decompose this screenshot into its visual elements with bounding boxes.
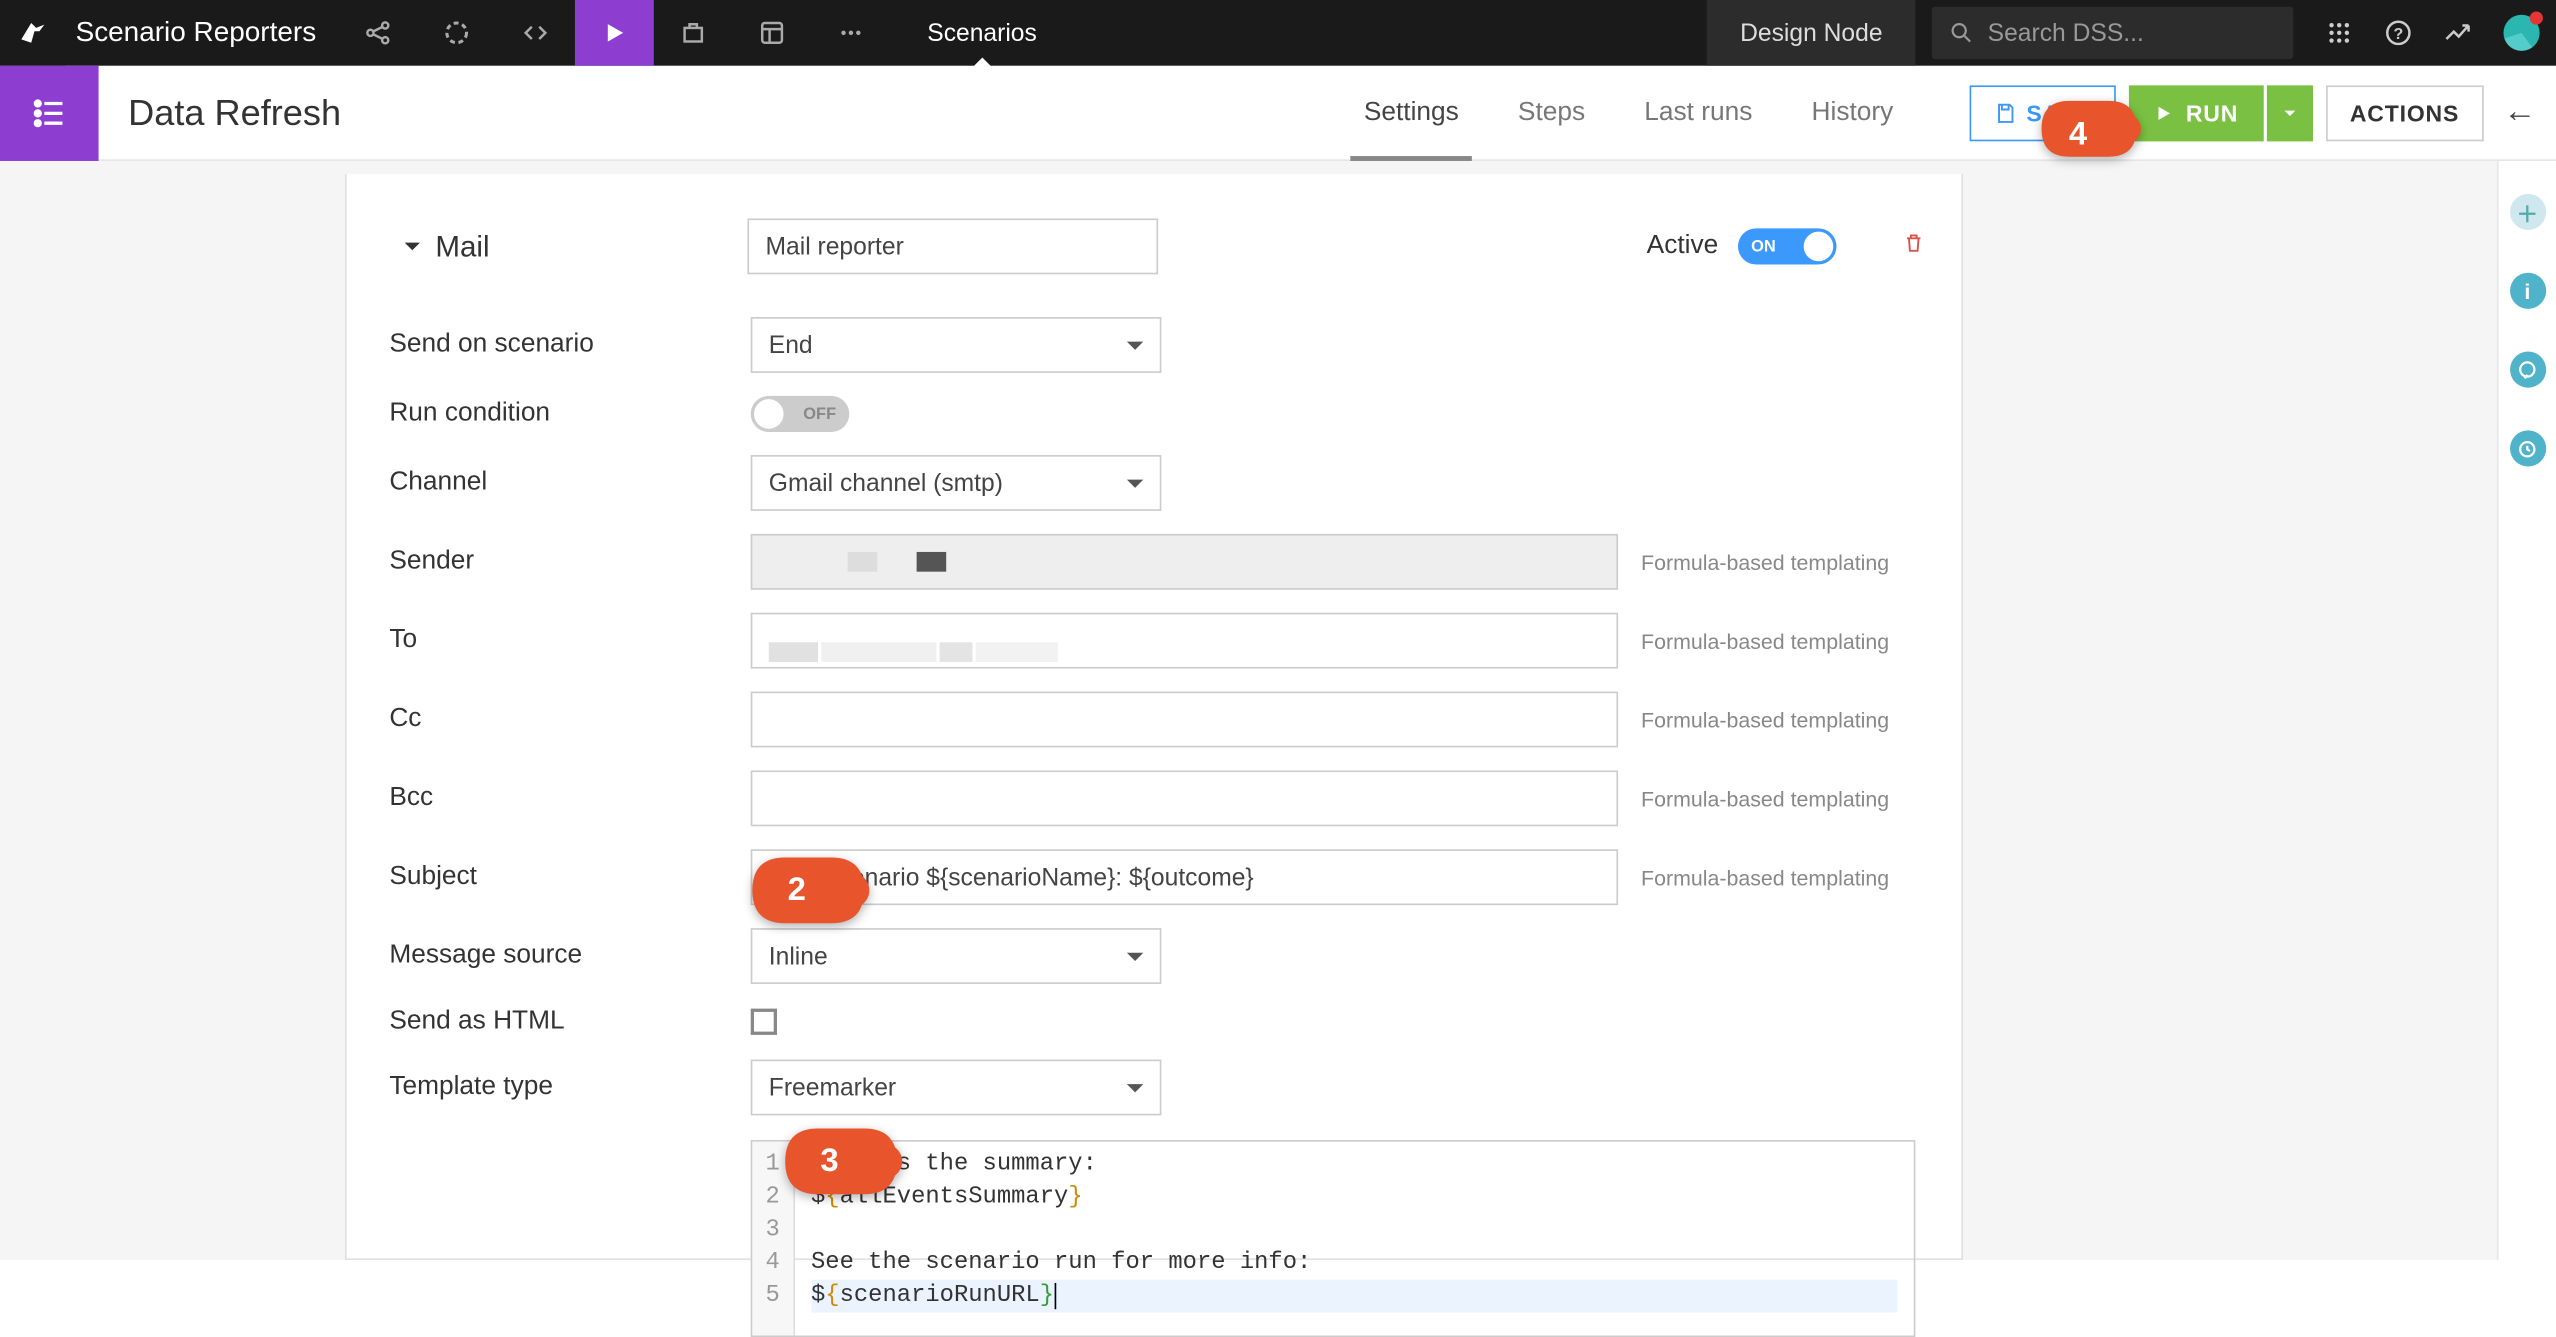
bcc-hint: Formula-based templating xyxy=(1641,786,1889,811)
rail-history-icon[interactable] xyxy=(2509,430,2545,466)
message-source-label: Message source xyxy=(389,941,750,971)
to-hint: Formula-based templating xyxy=(1641,628,1889,653)
reporter-panel: Mail Mail reporter Active ON Send on sce… xyxy=(345,174,1963,1260)
send-html-label: Send as HTML xyxy=(389,1007,750,1037)
subject-label: Subject xyxy=(389,862,750,892)
send-on-select[interactable]: End xyxy=(751,317,1162,373)
active-label: Active xyxy=(1647,232,1719,262)
collapse-icon[interactable] xyxy=(389,235,435,258)
cc-input[interactable] xyxy=(751,692,1618,748)
delete-reporter-icon[interactable] xyxy=(1902,232,1925,262)
run-dropdown[interactable] xyxy=(2266,85,2312,141)
annotation-4: 4 xyxy=(2030,95,2142,174)
rail-info-icon[interactable]: i xyxy=(2509,273,2545,309)
scenario-list-toggle[interactable] xyxy=(0,65,99,160)
search-icon xyxy=(1948,20,1974,46)
cc-hint: Formula-based templating xyxy=(1641,707,1889,732)
code-line: ${allEventsSummary} xyxy=(811,1181,1897,1214)
to-input[interactable] xyxy=(751,613,1618,669)
caret-down-icon xyxy=(2281,104,2297,120)
actions-label: ACTIONS xyxy=(2350,99,2459,125)
rail-chat-icon[interactable] xyxy=(2509,352,2545,388)
activity-icon[interactable] xyxy=(2428,18,2487,48)
message-source-select[interactable]: Inline xyxy=(751,928,1162,984)
share-icon[interactable] xyxy=(339,0,418,66)
flow-icon[interactable] xyxy=(418,0,497,66)
run-label: RUN xyxy=(2186,99,2238,125)
template-type-select[interactable]: Freemarker xyxy=(751,1060,1162,1116)
search-placeholder: Search DSS... xyxy=(1988,19,2144,47)
sender-label: Sender xyxy=(389,547,750,577)
run-condition-toggle[interactable]: OFF xyxy=(751,396,850,432)
scenario-title: Data Refresh xyxy=(99,91,371,134)
send-on-label: Send on scenario xyxy=(389,330,750,360)
app-logo[interactable] xyxy=(0,0,66,66)
reporter-name-input[interactable]: Mail reporter xyxy=(747,218,1158,274)
actions-button[interactable]: ACTIONS xyxy=(2325,85,2484,141)
run-button[interactable]: RUN xyxy=(2128,85,2262,141)
code-line xyxy=(811,1214,1897,1247)
annotation-2: 2 xyxy=(739,851,870,930)
scenarios-icon[interactable] xyxy=(576,0,655,66)
message-body-editor[interactable]: 1 2 3 4 5 Here is the summary: ${allEven… xyxy=(751,1140,1916,1337)
channel-label: Channel xyxy=(389,468,750,498)
cc-label: Cc xyxy=(389,705,750,735)
tab-last-runs[interactable]: Last runs xyxy=(1615,65,1782,160)
scenario-tabs: Settings Steps Last runs History xyxy=(1334,65,1923,160)
more-icon[interactable] xyxy=(812,0,891,66)
subject-hint: Formula-based templating xyxy=(1641,865,1889,890)
to-label: To xyxy=(389,626,750,656)
right-rail: ＋ i xyxy=(2497,161,2556,1260)
sub-bar: Data Refresh Settings Steps Last runs Hi… xyxy=(0,66,2556,161)
apps-icon[interactable] xyxy=(2310,20,2369,46)
back-arrow[interactable]: ← xyxy=(2484,94,2556,132)
dashboard-icon[interactable] xyxy=(733,0,812,66)
code-line-active: ${scenarioRunURL} xyxy=(811,1280,1897,1313)
user-avatar[interactable] xyxy=(2503,15,2539,51)
annotation-3: 3 xyxy=(772,1122,903,1201)
active-toggle[interactable]: ON xyxy=(1738,228,1837,264)
code-icon[interactable] xyxy=(497,0,576,66)
sender-hint: Formula-based templating xyxy=(1641,549,1889,574)
tab-settings[interactable]: Settings xyxy=(1334,65,1488,160)
play-icon xyxy=(2153,103,2173,123)
template-type-label: Template type xyxy=(389,1073,750,1103)
section-title: Mail xyxy=(435,229,747,263)
global-search[interactable]: Search DSS... xyxy=(1932,7,2293,60)
tab-history[interactable]: History xyxy=(1782,65,1923,160)
bundles-icon[interactable] xyxy=(655,0,734,66)
send-html-checkbox[interactable] xyxy=(751,1009,777,1035)
project-name[interactable]: Scenario Reporters xyxy=(66,16,339,49)
code-line: See the scenario run for more info: xyxy=(811,1247,1897,1280)
bcc-input[interactable] xyxy=(751,770,1618,826)
design-node-label[interactable]: Design Node xyxy=(1707,0,1915,66)
breadcrumb-scenarios[interactable]: Scenarios xyxy=(891,0,1073,66)
channel-select[interactable]: Gmail channel (smtp) xyxy=(751,455,1162,511)
run-condition-label: Run condition xyxy=(389,399,750,429)
subject-input[interactable]: DSS scenario ${scenarioName}: ${outcome} xyxy=(751,849,1618,905)
tab-steps[interactable]: Steps xyxy=(1488,65,1614,160)
reporter-header: Mail Mail reporter Active ON xyxy=(347,207,1962,286)
sender-input[interactable] xyxy=(751,534,1618,590)
svg-text:?: ? xyxy=(2393,26,2403,43)
code-body[interactable]: Here is the summary: ${allEventsSummary}… xyxy=(795,1142,1914,1336)
top-bar: Scenario Reporters Scenarios Design Node… xyxy=(0,0,2556,66)
content-area: Mail Mail reporter Active ON Send on sce… xyxy=(0,161,2556,1260)
code-line: Here is the summary: xyxy=(811,1148,1897,1181)
save-icon xyxy=(1994,101,2017,124)
help-icon[interactable]: ? xyxy=(2369,18,2428,48)
rail-add-icon[interactable]: ＋ xyxy=(2509,194,2545,230)
bcc-label: Bcc xyxy=(389,784,750,814)
